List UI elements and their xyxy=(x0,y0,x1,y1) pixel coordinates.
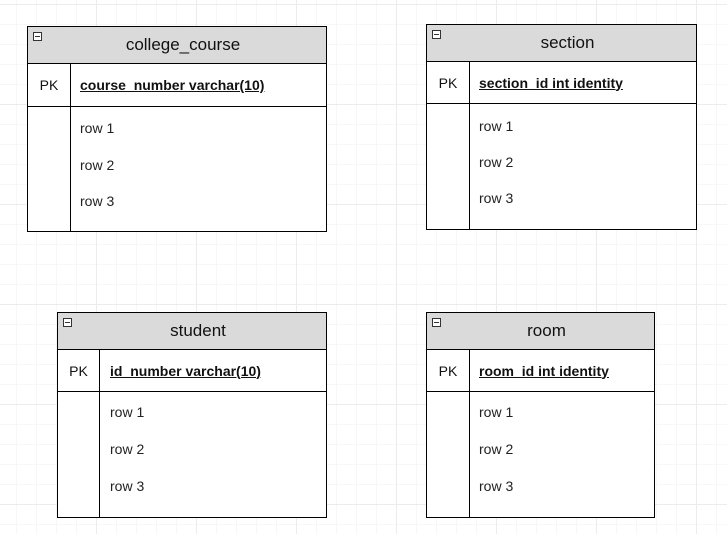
entity-body: row 1 row 2 row 3 xyxy=(58,392,326,517)
pk-label: PK xyxy=(28,64,71,106)
pk-field: course_number varchar(10) xyxy=(80,77,265,93)
entity-header[interactable]: room xyxy=(427,313,654,350)
collapse-icon[interactable] xyxy=(432,30,441,39)
pk-label: PK xyxy=(58,350,100,391)
entity-header[interactable]: student xyxy=(58,313,326,350)
diagram-canvas[interactable]: college_course PK course_number varchar(… xyxy=(0,0,727,534)
attribute-row[interactable]: row 1 xyxy=(110,404,144,420)
attribute-row[interactable]: row 1 xyxy=(479,118,513,134)
attribute-row[interactable]: row 1 xyxy=(80,120,114,136)
pk-label: PK xyxy=(427,62,470,103)
attribute-row[interactable]: row 1 xyxy=(479,404,513,420)
entity-header[interactable]: section xyxy=(427,25,696,62)
pk-field: section_id int identity xyxy=(479,74,623,91)
entity-title: college_course xyxy=(125,35,241,54)
entity-title: room xyxy=(527,321,566,340)
attribute-row[interactable]: row 2 xyxy=(479,441,513,457)
attribute-row[interactable]: row 3 xyxy=(110,478,144,494)
primary-key-row[interactable]: PK room_id int identity xyxy=(427,350,654,392)
attribute-row[interactable]: row 3 xyxy=(479,478,513,494)
pk-label: PK xyxy=(427,350,470,391)
entity-college-course[interactable]: college_course PK course_number varchar(… xyxy=(27,26,327,232)
collapse-icon[interactable] xyxy=(63,318,72,327)
entity-body: row 1 row 2 row 3 xyxy=(427,392,654,517)
attribute-row[interactable]: row 2 xyxy=(80,157,114,173)
entity-title: student xyxy=(170,321,226,340)
entity-body: row 1 row 2 row 3 xyxy=(427,104,696,229)
pk-field: room_id int identity xyxy=(479,362,609,379)
key-column-divider xyxy=(427,392,470,517)
attribute-row[interactable]: row 3 xyxy=(80,193,114,209)
pk-field: id_number varchar(10) xyxy=(110,362,261,379)
primary-key-row[interactable]: PK id_number varchar(10) xyxy=(58,350,326,392)
key-column-divider xyxy=(28,107,71,231)
key-column-divider xyxy=(427,104,470,229)
entity-room[interactable]: room PK room_id int identity row 1 row 2… xyxy=(426,312,655,518)
entity-body: row 1 row 2 row 3 xyxy=(28,107,326,231)
collapse-icon[interactable] xyxy=(432,318,441,327)
entity-student[interactable]: student PK id_number varchar(10) row 1 r… xyxy=(57,312,327,518)
attribute-row[interactable]: row 3 xyxy=(479,190,513,206)
primary-key-row[interactable]: PK section_id int identity xyxy=(427,62,696,104)
primary-key-row[interactable]: PK course_number varchar(10) xyxy=(28,64,326,107)
attribute-row[interactable]: row 2 xyxy=(110,441,144,457)
attribute-row[interactable]: row 2 xyxy=(479,154,513,170)
entity-title: section xyxy=(540,33,595,52)
collapse-icon[interactable] xyxy=(33,32,42,41)
key-column-divider xyxy=(58,392,100,517)
entity-section[interactable]: section PK section_id int identity row 1… xyxy=(426,24,697,230)
entity-header[interactable]: college_course xyxy=(28,27,326,64)
